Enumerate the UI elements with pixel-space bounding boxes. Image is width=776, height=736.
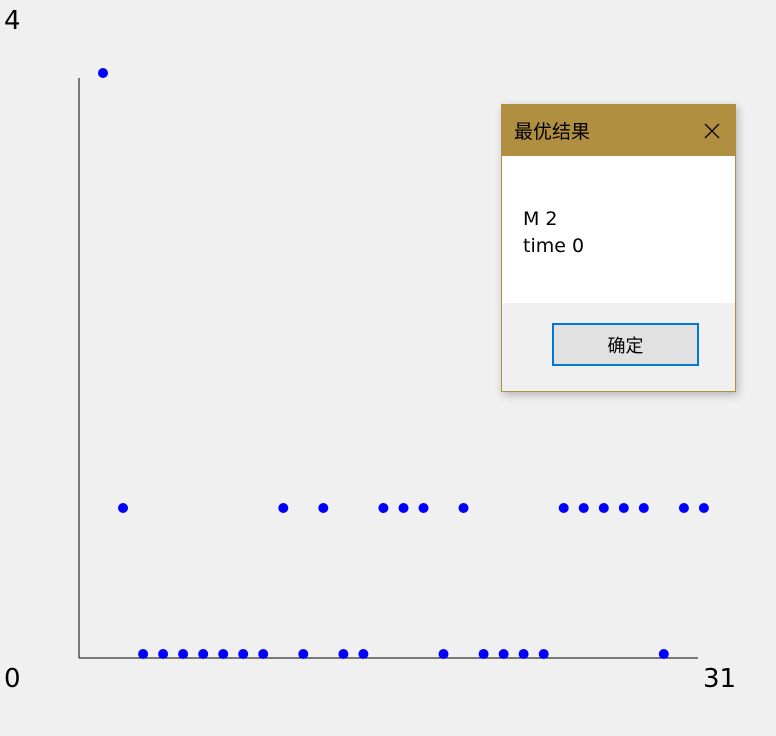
data-point <box>478 649 489 659</box>
data-point <box>538 649 549 659</box>
data-point <box>618 503 629 513</box>
data-point <box>458 503 469 513</box>
data-point <box>658 649 669 659</box>
data-point <box>438 649 449 659</box>
close-icon <box>704 123 720 138</box>
message-line-m: M 2 <box>523 208 558 230</box>
data-point <box>518 649 529 659</box>
dialog-title: 最优结果 <box>514 121 591 143</box>
data-point <box>578 503 589 513</box>
data-point <box>138 649 149 659</box>
data-point <box>558 503 569 513</box>
dialog-footer: 确定 <box>502 303 735 391</box>
data-point <box>218 649 229 659</box>
data-point <box>598 503 609 513</box>
data-point <box>338 649 349 659</box>
data-point <box>258 649 269 659</box>
y-max-label: 4 <box>4 6 21 36</box>
data-point <box>198 649 209 659</box>
data-point <box>278 503 289 513</box>
data-point <box>158 649 169 659</box>
close-button[interactable] <box>689 105 735 156</box>
data-point <box>398 503 409 513</box>
data-point <box>318 503 329 513</box>
x-max-label: 31 <box>703 664 737 694</box>
data-point <box>298 649 309 659</box>
data-point <box>418 503 429 513</box>
data-point <box>638 503 649 513</box>
dialog-title-bar[interactable]: 最优结果 <box>502 105 735 156</box>
data-point <box>118 503 128 513</box>
origin-label: 0 <box>4 664 21 694</box>
data-point <box>178 649 189 659</box>
result-dialog: 最优结果 M 2 time 0 确定 <box>501 104 736 392</box>
data-point <box>358 649 369 659</box>
message-line-time: time 0 <box>523 235 585 257</box>
ok-button[interactable]: 确定 <box>552 323 699 366</box>
dialog-message: M 2 time 0 <box>502 156 735 303</box>
data-point <box>378 503 389 513</box>
data-point <box>238 649 249 659</box>
data-point <box>498 649 509 659</box>
data-point <box>678 503 689 513</box>
data-point <box>698 503 709 513</box>
data-point <box>98 68 108 78</box>
